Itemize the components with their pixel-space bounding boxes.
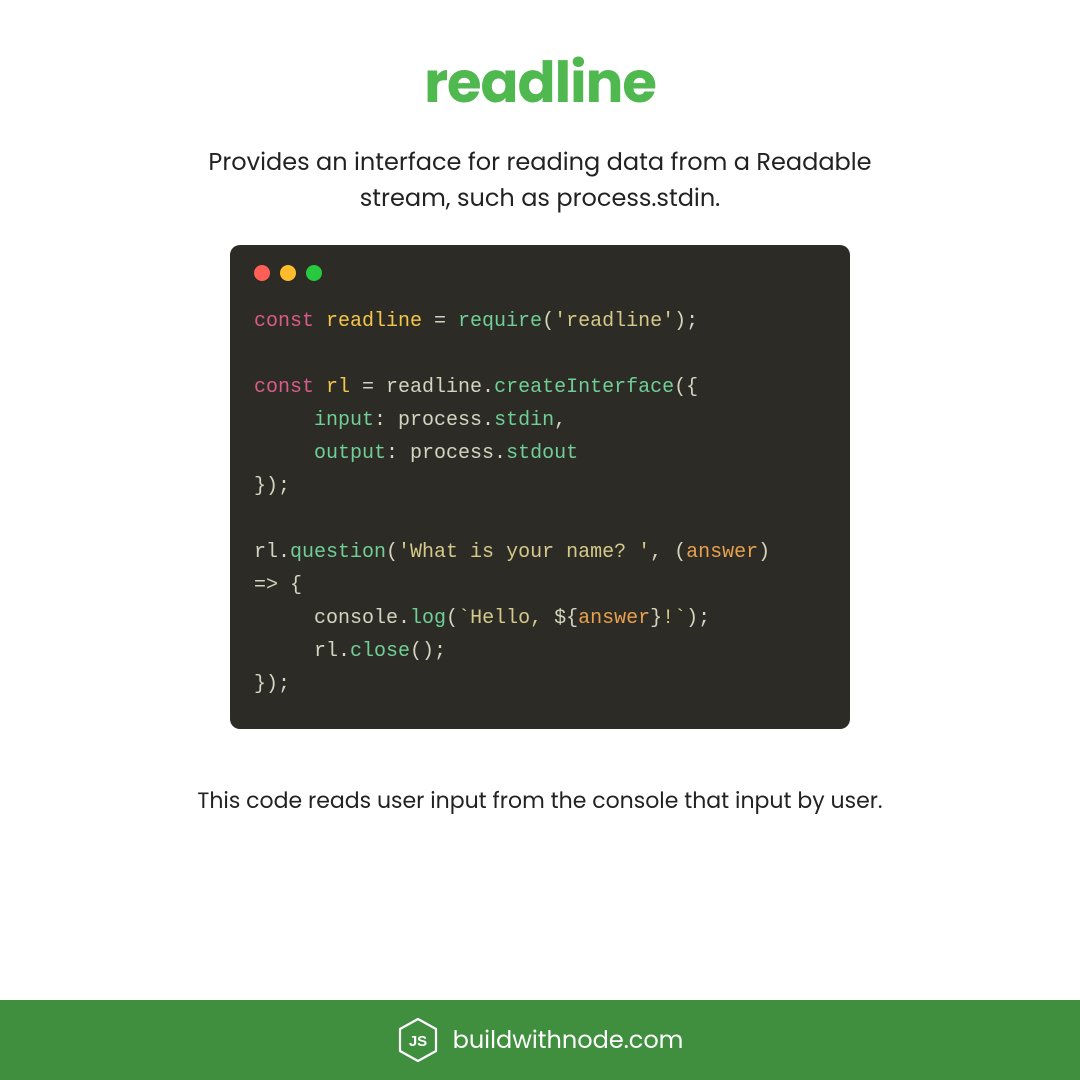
svg-text:JS: JS xyxy=(408,1033,426,1050)
maximize-icon xyxy=(306,265,322,281)
nodejs-icon: JS xyxy=(397,1017,439,1063)
footer-text: buildwithnode.com xyxy=(453,1023,684,1058)
traffic-lights xyxy=(254,265,826,281)
footer: JS buildwithnode.com xyxy=(0,1000,1080,1080)
minimize-icon xyxy=(280,265,296,281)
subtitle: Provides an interface for reading data f… xyxy=(190,145,890,217)
code-window: const readline = require('readline'); co… xyxy=(230,245,850,729)
main-content: readline Provides an interface for readi… xyxy=(0,0,1080,1000)
page-title: readline xyxy=(424,40,656,125)
caption: This code reads user input from the cons… xyxy=(197,784,882,817)
close-icon xyxy=(254,265,270,281)
code-block: const readline = require('readline'); co… xyxy=(254,305,826,701)
